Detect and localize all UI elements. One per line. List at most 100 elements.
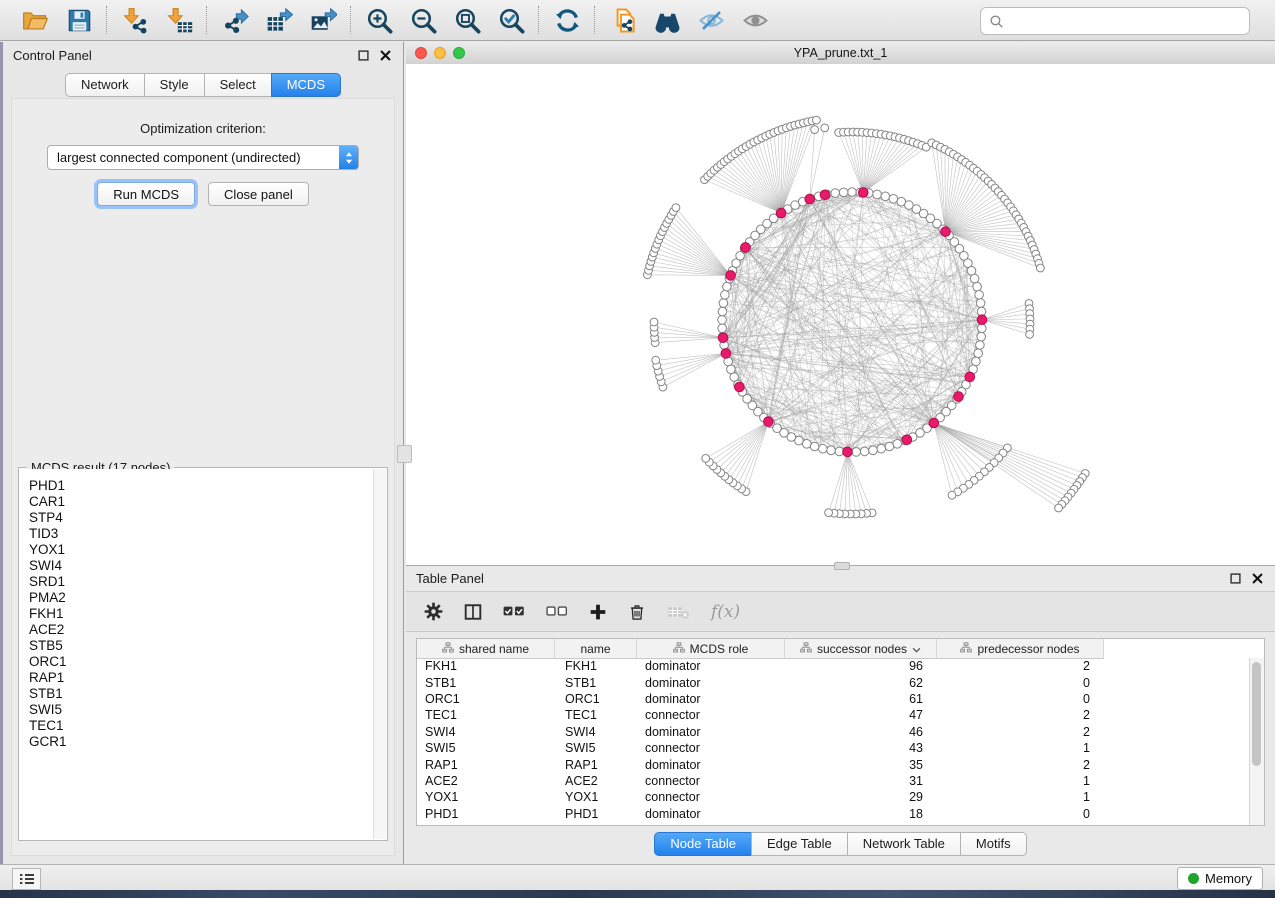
mcds-result-item[interactable]: PMA2 bbox=[29, 590, 374, 606]
zoom-selected-icon[interactable] bbox=[496, 5, 526, 35]
mcds-list-scrollbar[interactable] bbox=[373, 469, 386, 839]
list-icon bbox=[19, 873, 35, 885]
binoculars-icon[interactable] bbox=[652, 5, 682, 35]
task-history-button[interactable] bbox=[12, 868, 41, 890]
show-all-icon[interactable] bbox=[740, 5, 770, 35]
mcds-result-item[interactable]: CAR1 bbox=[29, 494, 374, 510]
delete-row-icon[interactable] bbox=[628, 603, 646, 621]
save-session-icon[interactable] bbox=[64, 5, 94, 35]
tab-motifs[interactable]: Motifs bbox=[960, 832, 1027, 856]
table-row[interactable]: YOX1YOX1connector291 bbox=[417, 789, 1250, 805]
settings-gear-icon[interactable] bbox=[424, 602, 443, 621]
network-canvas[interactable] bbox=[406, 64, 1275, 565]
mcds-result-item[interactable]: TEC1 bbox=[29, 718, 374, 734]
tab-edge-table[interactable]: Edge Table bbox=[751, 832, 848, 856]
mcds-node[interactable] bbox=[735, 382, 745, 392]
mcds-result-item[interactable]: STP4 bbox=[29, 510, 374, 526]
table-scrollbar-thumb[interactable] bbox=[1252, 662, 1261, 766]
mcds-result-item[interactable]: ORC1 bbox=[29, 654, 374, 670]
table-row[interactable]: SWI5SWI5connector431 bbox=[417, 740, 1250, 756]
mcds-result-item[interactable]: STB1 bbox=[29, 686, 374, 702]
column-header-MCDS-role[interactable]: MCDS role bbox=[637, 639, 785, 658]
mcds-node[interactable] bbox=[954, 392, 964, 402]
mcds-node[interactable] bbox=[764, 417, 774, 427]
panel-splitter-handle[interactable] bbox=[397, 445, 412, 463]
table-row[interactable]: ACE2ACE2connector311 bbox=[417, 773, 1250, 789]
mcds-result-item[interactable]: YOX1 bbox=[29, 542, 374, 558]
run-mcds-button[interactable]: Run MCDS bbox=[97, 182, 195, 206]
optimization-select[interactable]: largest connected component (undirected) bbox=[47, 145, 359, 170]
zoom-fit-icon[interactable] bbox=[452, 5, 482, 35]
table-row[interactable]: ORC1ORC1dominator610 bbox=[417, 691, 1250, 707]
export-image-icon[interactable] bbox=[308, 5, 338, 35]
tab-style[interactable]: Style bbox=[144, 73, 205, 97]
mcds-node[interactable] bbox=[721, 349, 731, 359]
table-row[interactable]: TEC1TEC1connector472 bbox=[417, 707, 1250, 723]
mcds-node[interactable] bbox=[977, 315, 987, 325]
column-header-predecessor-nodes[interactable]: predecessor nodes bbox=[937, 639, 1104, 658]
mcds-result-item[interactable]: SWI5 bbox=[29, 702, 374, 718]
mcds-result-item[interactable]: ACE2 bbox=[29, 622, 374, 638]
mcds-node[interactable] bbox=[843, 447, 853, 457]
export-network-icon[interactable] bbox=[220, 5, 250, 35]
close-table-panel-icon[interactable] bbox=[1249, 571, 1265, 587]
import-network-icon[interactable] bbox=[120, 5, 150, 35]
refresh-view-icon[interactable] bbox=[552, 5, 582, 35]
hide-selected-icon[interactable] bbox=[696, 5, 726, 35]
mcds-node[interactable] bbox=[726, 271, 736, 281]
import-table-icon[interactable] bbox=[164, 5, 194, 35]
column-header-shared-name[interactable]: shared name bbox=[417, 639, 555, 658]
mcds-node[interactable] bbox=[902, 435, 912, 445]
control-panel-title: Control Panel bbox=[13, 48, 349, 63]
sort-chevron-icon[interactable] bbox=[912, 642, 921, 656]
mcds-node[interactable] bbox=[929, 418, 939, 428]
mcds-result-item[interactable]: FKH1 bbox=[29, 606, 374, 622]
mcds-node[interactable] bbox=[741, 243, 751, 253]
open-file-icon[interactable] bbox=[20, 5, 50, 35]
mcds-node[interactable] bbox=[859, 188, 869, 198]
memory-button[interactable]: Memory bbox=[1177, 867, 1263, 890]
tab-node-table[interactable]: Node Table bbox=[654, 832, 752, 856]
select-all-checkboxes-icon[interactable] bbox=[503, 604, 525, 619]
mcds-result-item[interactable]: SWI4 bbox=[29, 558, 374, 574]
mcds-node[interactable] bbox=[965, 372, 975, 382]
mcds-result-item[interactable]: TID3 bbox=[29, 526, 374, 542]
mcds-node[interactable] bbox=[776, 208, 786, 218]
table-row[interactable]: FKH1FKH1dominator962 bbox=[417, 658, 1250, 674]
close-panel-icon[interactable] bbox=[377, 47, 393, 63]
zoom-out-icon[interactable] bbox=[408, 5, 438, 35]
column-layout-icon[interactable] bbox=[464, 603, 482, 621]
cell-role: connector bbox=[637, 741, 785, 755]
duplicate-network-icon[interactable] bbox=[608, 5, 638, 35]
table-row[interactable]: RAP1RAP1dominator352 bbox=[417, 756, 1250, 772]
add-row-icon[interactable] bbox=[589, 603, 607, 621]
search-input[interactable] bbox=[1010, 10, 1249, 32]
mcds-node[interactable] bbox=[941, 227, 951, 237]
search-box[interactable] bbox=[980, 7, 1250, 35]
mcds-result-item[interactable]: GCR1 bbox=[29, 734, 374, 750]
mcds-result-item[interactable]: SRD1 bbox=[29, 574, 374, 590]
mcds-node[interactable] bbox=[805, 194, 815, 204]
table-splitter-handle[interactable] bbox=[834, 562, 850, 570]
mcds-result-item[interactable]: PHD1 bbox=[29, 478, 374, 494]
float-table-panel-icon[interactable] bbox=[1227, 571, 1243, 587]
table-row[interactable]: PHD1PHD1dominator180 bbox=[417, 806, 1250, 822]
export-table-icon[interactable] bbox=[264, 5, 294, 35]
column-header-successor-nodes[interactable]: successor nodes bbox=[785, 639, 937, 658]
tab-network-table[interactable]: Network Table bbox=[847, 832, 961, 856]
mcds-result-item[interactable]: STB5 bbox=[29, 638, 374, 654]
table-row[interactable]: SWI4SWI4dominator462 bbox=[417, 724, 1250, 740]
tab-mcds[interactable]: MCDS bbox=[271, 73, 341, 97]
column-header-name[interactable]: name bbox=[555, 639, 637, 658]
tab-network[interactable]: Network bbox=[65, 73, 145, 97]
zoom-in-icon[interactable] bbox=[364, 5, 394, 35]
table-scrollbar[interactable] bbox=[1249, 658, 1264, 825]
mcds-node[interactable] bbox=[718, 333, 728, 343]
float-panel-icon[interactable] bbox=[355, 47, 371, 63]
tab-select[interactable]: Select bbox=[204, 73, 272, 97]
mcds-node[interactable] bbox=[820, 190, 830, 200]
deselect-all-checkboxes-icon[interactable] bbox=[546, 604, 568, 619]
close-panel-button[interactable]: Close panel bbox=[208, 182, 309, 206]
table-row[interactable]: STB1STB1dominator620 bbox=[417, 674, 1250, 690]
mcds-result-item[interactable]: RAP1 bbox=[29, 670, 374, 686]
